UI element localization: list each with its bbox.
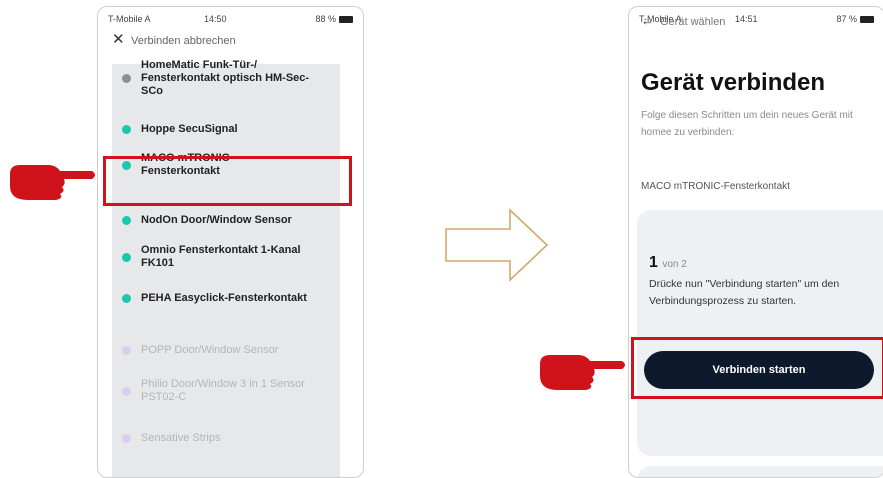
device-list-item[interactable]: Sensative Strips [112,432,340,445]
right-phone-screen: T-Mobile A 14:51 87 % ← Gerät wählen Gerä… [628,6,883,478]
status-dot-icon [122,386,131,396]
page-title: Gerät verbinden [641,69,826,96]
status-dot-icon [122,346,131,355]
status-dot-icon [122,216,131,225]
battery-percent: 87 % [836,14,857,24]
battery-icon [860,16,874,24]
device-list-item[interactable]: Philio Door/Window 3 in 1 Sensor PST02-C [112,378,340,404]
next-step-card [637,466,883,477]
clock: 14:51 [735,14,758,24]
status-dot-icon [122,252,131,262]
device-list-item[interactable]: PEHA Easyclick-Fensterkontakt [112,292,340,305]
right-arrow-icon [445,208,549,282]
status-dot-icon [122,74,131,83]
step-total: von 2 [662,259,687,270]
device-list-item[interactable]: NodOn Door/Window Sensor [112,214,340,227]
device-label: Omnio Fensterkontakt 1-Kanal FK101 [141,244,301,269]
status-dot-icon [122,434,131,443]
battery-percent: 88 % [315,14,336,24]
back-link[interactable]: ← Gerät wählen [641,13,725,28]
device-label: POPP Door/Window Sensor [141,344,279,356]
device-label: PEHA Easyclick-Fensterkontakt [141,292,307,304]
battery-indicator: 87 % [836,14,874,24]
device-label: Philio Door/Window 3 in 1 Sensor PST02-C [141,378,305,403]
pointing-hand-icon [540,355,625,390]
carrier-label: T-Mobile A [108,14,151,24]
close-icon[interactable]: ✕ [112,32,125,47]
left-phone-screen: T-Mobile A 14:50 88 % ✕ Verbinden abbrec… [97,6,364,478]
highlight-box-button [631,337,883,399]
selected-device-name: MACO mTRONIC-Fensterkontakt [641,181,790,192]
pointing-hand-icon [10,165,95,200]
top-bar: ✕ Verbinden abbrechen [98,29,363,53]
page-description: Folge diesen Schritten um dein neues Ger… [641,110,853,138]
device-list-item[interactable]: Omnio Fensterkontakt 1-Kanal FK101 [112,244,340,270]
device-label: Hoppe SecuSignal [141,123,238,135]
step-card: 1 von 2 Drücke nun "Verbindung starten" … [637,210,883,456]
battery-indicator: 88 % [315,14,353,24]
device-list-item[interactable]: POPP Door/Window Sensor [112,344,340,357]
device-label: HomeMatic Funk-Tür-/ Fensterkontakt opti… [141,59,310,97]
step-current: 1 [649,254,658,271]
highlight-box-device [103,156,352,206]
back-label: Gerät wählen [660,16,726,28]
cancel-connect-link[interactable]: Verbinden abbrechen [131,35,236,47]
status-dot-icon [122,294,131,303]
step-instruction: Drücke nun "Verbindung starten" um den V… [649,278,840,307]
status-bar: T-Mobile A 14:50 88 % [98,7,363,29]
clock: 14:50 [204,14,227,24]
device-list-item[interactable]: HomeMatic Funk-Tür-/ Fensterkontakt opti… [112,59,340,98]
battery-icon [339,16,353,24]
device-label: Sensative Strips [141,432,221,444]
device-list-item[interactable]: Hoppe SecuSignal [112,123,340,136]
status-dot-icon [122,125,131,134]
step-counter: 1 von 2 [649,254,687,272]
device-label: NodOn Door/Window Sensor [141,214,292,226]
back-arrow-icon[interactable]: ← [641,13,654,28]
